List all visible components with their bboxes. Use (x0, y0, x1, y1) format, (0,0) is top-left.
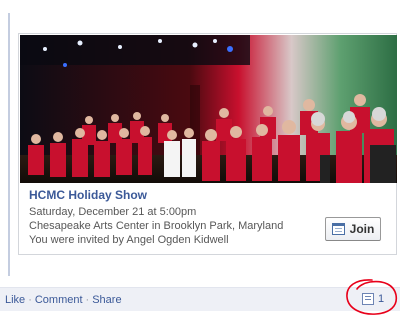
choir-photo-image (20, 35, 397, 183)
join-button[interactable]: Join (325, 217, 381, 241)
event-info: HCMC Holiday Show Saturday, December 21 … (29, 188, 329, 247)
post-action-bar: Like · Comment · Share 1 (0, 287, 400, 311)
event-date: Saturday, December 21 at 5:00pm (29, 206, 197, 218)
comment-count: 1 (378, 293, 385, 305)
quote-bar (8, 13, 10, 276)
event-title-link[interactable]: HCMC Holiday Show (29, 188, 329, 205)
calendar-icon (331, 223, 345, 235)
separator: · (85, 294, 90, 306)
event-photo[interactable] (20, 35, 397, 183)
post-actions: Like · Comment · Share (5, 293, 122, 307)
like-link[interactable]: Like (5, 294, 25, 306)
join-button-label: Join (349, 222, 375, 236)
event-invited-by: You were invited by Angel Ogden Kidwell (29, 234, 229, 246)
comment-link[interactable]: Comment (35, 294, 83, 306)
event-location: Chesapeake Arts Center in Brooklyn Park,… (29, 220, 284, 232)
comment-icon (362, 293, 374, 305)
share-link[interactable]: Share (92, 294, 121, 306)
comment-count-button[interactable]: 1 (362, 293, 384, 305)
separator: · (28, 294, 32, 306)
event-attachment-card: HCMC Holiday Show Saturday, December 21 … (18, 33, 397, 255)
